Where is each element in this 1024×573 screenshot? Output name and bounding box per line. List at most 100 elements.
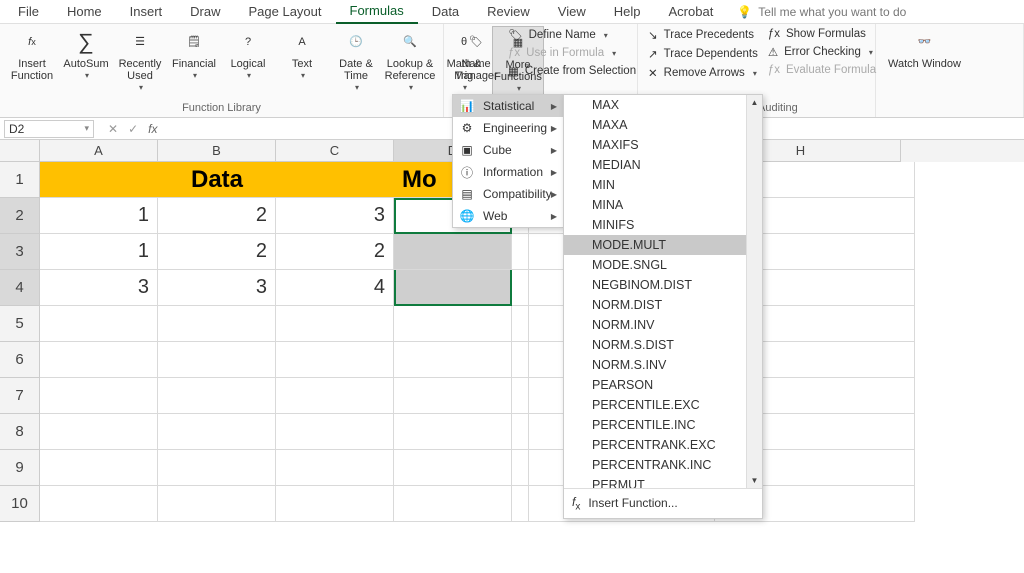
cell-c8[interactable]: [276, 414, 394, 450]
row-header-1[interactable]: 1: [0, 162, 40, 198]
create-from-selection-button[interactable]: ▦Create from Selection: [504, 62, 640, 80]
cell-e5[interactable]: [512, 306, 529, 342]
cell-d9[interactable]: [394, 450, 512, 486]
function-item-permut[interactable]: PERMUT: [564, 475, 762, 488]
cell-c4[interactable]: 4: [276, 270, 394, 306]
tab-draw[interactable]: Draw: [176, 0, 234, 23]
text-button[interactable]: A Text▾: [276, 26, 328, 83]
cell-e9[interactable]: [512, 450, 529, 486]
row-header-9[interactable]: 9: [0, 450, 40, 486]
cell-a10[interactable]: [40, 486, 158, 522]
function-item-max[interactable]: MAX: [564, 95, 762, 115]
function-item-norm-dist[interactable]: NORM.DIST: [564, 295, 762, 315]
col-header-a[interactable]: A: [40, 140, 158, 162]
cell-c2[interactable]: 3: [276, 198, 394, 234]
tab-view[interactable]: View: [544, 0, 600, 23]
menu-item-statistical[interactable]: 📊Statistical▶: [453, 95, 563, 117]
cell-e8[interactable]: [512, 414, 529, 450]
row-header-5[interactable]: 5: [0, 306, 40, 342]
name-manager-button[interactable]: 🏷 Name Manager: [450, 26, 502, 84]
cell-a2[interactable]: 1: [40, 198, 158, 234]
function-item-mina[interactable]: MINA: [564, 195, 762, 215]
tab-page-layout[interactable]: Page Layout: [235, 0, 336, 23]
select-all-corner[interactable]: [0, 140, 40, 162]
menu-item-web[interactable]: 🌐Web▶: [453, 205, 563, 227]
cell-c6[interactable]: [276, 342, 394, 378]
tab-help[interactable]: Help: [600, 0, 655, 23]
function-item-mode-mult[interactable]: MODE.MULT: [564, 235, 762, 255]
cell-d5[interactable]: [394, 306, 512, 342]
tab-acrobat[interactable]: Acrobat: [655, 0, 728, 23]
row-header-7[interactable]: 7: [0, 378, 40, 414]
cell-d10[interactable]: [394, 486, 512, 522]
evaluate-formula-button[interactable]: ƒxEvaluate Formula: [764, 62, 880, 78]
cell-b2[interactable]: 2: [158, 198, 276, 234]
cell-a6[interactable]: [40, 342, 158, 378]
cell-b8[interactable]: [158, 414, 276, 450]
tab-formulas[interactable]: Formulas: [336, 0, 418, 24]
function-item-minifs[interactable]: MINIFS: [564, 215, 762, 235]
scrollbar[interactable]: ▲ ▼: [746, 95, 762, 488]
function-item-norm-s-inv[interactable]: NORM.S.INV: [564, 355, 762, 375]
error-checking-button[interactable]: ⚠Error Checking▾: [764, 43, 880, 61]
cancel-icon[interactable]: ✕: [108, 122, 118, 136]
menu-item-compatibility[interactable]: ▤Compatibility▶: [453, 183, 563, 205]
function-item-median[interactable]: MEDIAN: [564, 155, 762, 175]
date-time-button[interactable]: 🕒 Date & Time▾: [330, 26, 382, 95]
autosum-button[interactable]: ∑ AutoSum▾: [60, 26, 112, 83]
cell-d3[interactable]: [394, 234, 512, 270]
row-header-6[interactable]: 6: [0, 342, 40, 378]
cell-b3[interactable]: 2: [158, 234, 276, 270]
cell-e6[interactable]: [512, 342, 529, 378]
function-item-norm-s-dist[interactable]: NORM.S.DIST: [564, 335, 762, 355]
remove-arrows-button[interactable]: ✕Remove Arrows▾: [644, 64, 762, 82]
data-header-cell[interactable]: Data: [40, 162, 394, 198]
function-item-percentrank-inc[interactable]: PERCENTRANK.INC: [564, 455, 762, 475]
scroll-up-icon[interactable]: ▲: [747, 95, 762, 109]
function-item-percentrank-exc[interactable]: PERCENTRANK.EXC: [564, 435, 762, 455]
tab-insert[interactable]: Insert: [116, 0, 177, 23]
tab-review[interactable]: Review: [473, 0, 544, 23]
cell-c3[interactable]: 2: [276, 234, 394, 270]
cell-d4[interactable]: [394, 270, 512, 306]
cell-e4[interactable]: [512, 270, 529, 306]
function-item-percentile-inc[interactable]: PERCENTILE.INC: [564, 415, 762, 435]
cell-b5[interactable]: [158, 306, 276, 342]
financial-button[interactable]: 🗒 Financial▾: [168, 26, 220, 83]
cell-b4[interactable]: 3: [158, 270, 276, 306]
function-item-min[interactable]: MIN: [564, 175, 762, 195]
function-item-norm-inv[interactable]: NORM.INV: [564, 315, 762, 335]
menu-item-engineering[interactable]: ⚙Engineering▶: [453, 117, 563, 139]
cell-a5[interactable]: [40, 306, 158, 342]
menu-item-cube[interactable]: ▣Cube▶: [453, 139, 563, 161]
cell-a7[interactable]: [40, 378, 158, 414]
function-item-pearson[interactable]: PEARSON: [564, 375, 762, 395]
function-item-mode-sngl[interactable]: MODE.SNGL: [564, 255, 762, 275]
cell-b7[interactable]: [158, 378, 276, 414]
trace-dependents-button[interactable]: ↗Trace Dependents: [644, 45, 762, 63]
function-item-maxifs[interactable]: MAXIFS: [564, 135, 762, 155]
trace-precedents-button[interactable]: ↘Trace Precedents: [644, 26, 762, 44]
cell-e3[interactable]: [512, 234, 529, 270]
cell-c10[interactable]: [276, 486, 394, 522]
name-box[interactable]: D2 ▾: [4, 120, 94, 138]
function-item-percentile-exc[interactable]: PERCENTILE.EXC: [564, 395, 762, 415]
cell-d8[interactable]: [394, 414, 512, 450]
scroll-down-icon[interactable]: ▼: [747, 474, 762, 488]
cell-c5[interactable]: [276, 306, 394, 342]
tab-home[interactable]: Home: [53, 0, 116, 23]
row-header-4[interactable]: 4: [0, 270, 40, 306]
show-formulas-button[interactable]: ƒxShow Formulas: [764, 26, 880, 42]
col-header-c[interactable]: C: [276, 140, 394, 162]
row-header-8[interactable]: 8: [0, 414, 40, 450]
cell-a9[interactable]: [40, 450, 158, 486]
cell-b10[interactable]: [158, 486, 276, 522]
watch-window-button[interactable]: 👓 Watch Window: [882, 26, 967, 72]
fx-icon[interactable]: fx: [148, 122, 157, 136]
function-item-negbinom-dist[interactable]: NEGBINOM.DIST: [564, 275, 762, 295]
function-item-maxa[interactable]: MAXA: [564, 115, 762, 135]
cell-a8[interactable]: [40, 414, 158, 450]
tell-me-search[interactable]: 💡 Tell me what you want to do: [737, 5, 906, 19]
row-header-10[interactable]: 10: [0, 486, 40, 522]
cell-e7[interactable]: [512, 378, 529, 414]
